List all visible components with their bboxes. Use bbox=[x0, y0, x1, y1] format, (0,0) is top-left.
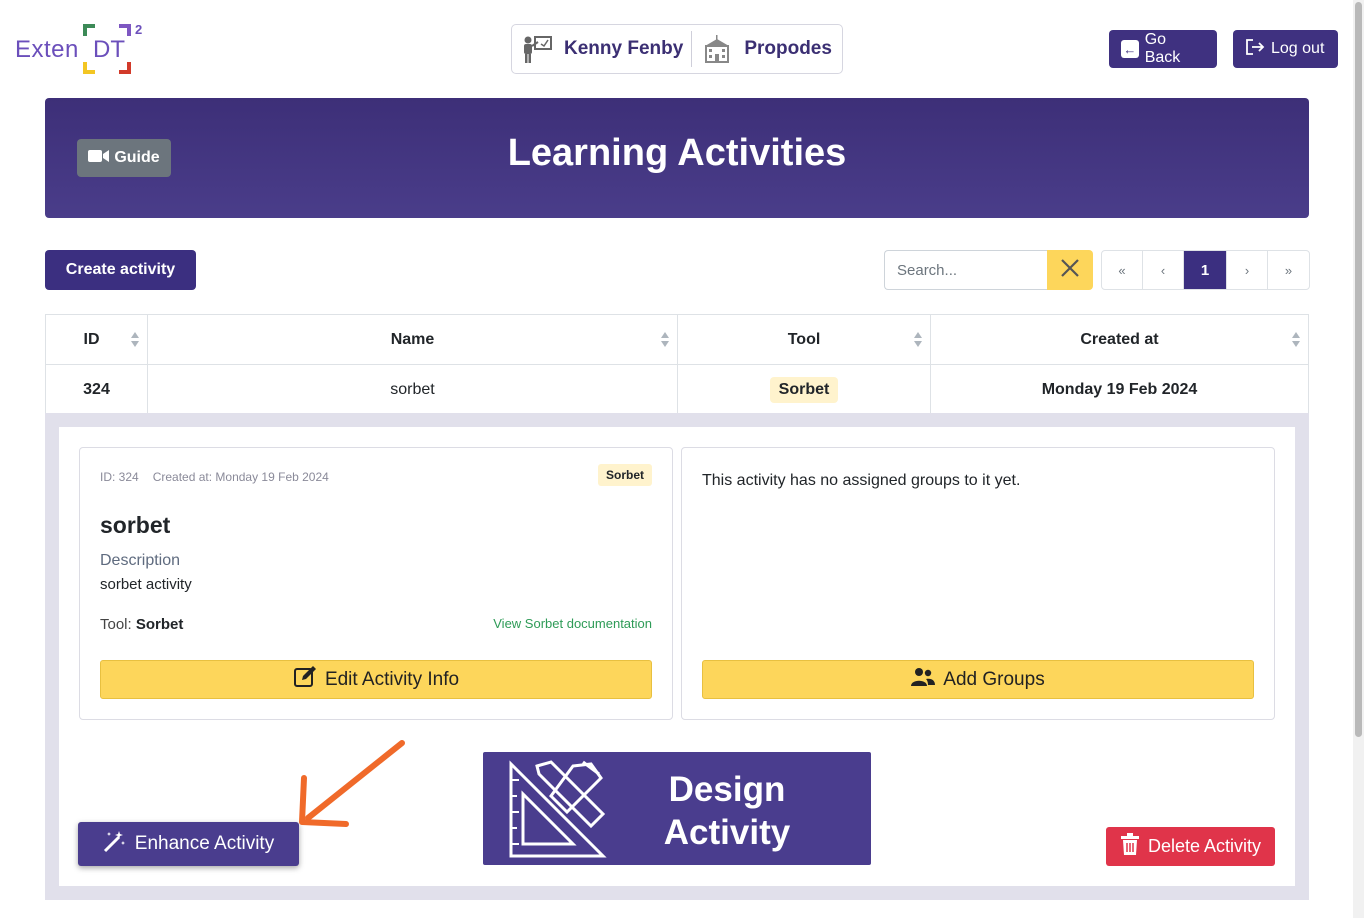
activity-name: sorbet bbox=[100, 512, 171, 538]
sort-icon bbox=[914, 332, 922, 348]
cell-name: sorbet bbox=[147, 365, 677, 414]
users-icon bbox=[911, 667, 936, 693]
activity-detail-panel: ID: 324 Created at: Monday 19 Feb 2024 So… bbox=[45, 413, 1309, 900]
teacher-icon bbox=[520, 34, 554, 64]
create-activity-button[interactable]: Create activity bbox=[45, 250, 196, 290]
no-groups-message: This activity has no assigned groups to … bbox=[702, 472, 1021, 489]
extendt-logo: Exten DT 2 bbox=[15, 22, 145, 76]
trash-icon bbox=[1120, 833, 1140, 860]
column-header-name[interactable]: Name bbox=[147, 315, 677, 364]
column-header-created-at[interactable]: Created at bbox=[930, 315, 1309, 364]
design-activity-button[interactable]: Design Activity bbox=[483, 752, 871, 865]
page-prev-button[interactable]: ‹ bbox=[1143, 251, 1184, 289]
school-icon bbox=[700, 34, 734, 64]
page-first-button[interactable]: « bbox=[1102, 251, 1143, 289]
pagination: « ‹ 1 › » bbox=[1101, 250, 1310, 290]
table-row[interactable]: 324 sorbet Sorbet Monday 19 Feb 2024 bbox=[45, 365, 1309, 415]
go-back-button[interactable]: ← Go Back bbox=[1109, 30, 1217, 68]
edit-activity-button[interactable]: Edit Activity Info bbox=[100, 660, 652, 699]
sort-icon bbox=[131, 332, 139, 348]
page-next-button[interactable]: › bbox=[1227, 251, 1268, 289]
clear-search-button[interactable] bbox=[1047, 250, 1093, 290]
logout-icon bbox=[1245, 38, 1265, 61]
enhance-activity-button[interactable]: Enhance Activity bbox=[78, 822, 299, 866]
user-name: Kenny Fenby bbox=[564, 38, 684, 59]
logo-text: Exten bbox=[15, 36, 79, 63]
activity-meta: ID: 324 Created at: Monday 19 Feb 2024 bbox=[100, 470, 329, 484]
activities-table: ID Name Tool Created at 324 sorbet Sorbe… bbox=[45, 314, 1309, 415]
tool-badge: Sorbet bbox=[597, 464, 652, 486]
sort-icon bbox=[661, 332, 669, 348]
annotation-arrow-icon bbox=[299, 740, 405, 827]
groups-card: This activity has no assigned groups to … bbox=[681, 447, 1275, 720]
tool-line: Tool: Sorbet bbox=[100, 616, 184, 633]
log-out-button[interactable]: Log out bbox=[1233, 30, 1338, 68]
design-tools-icon bbox=[509, 760, 607, 858]
table-header-row: ID Name Tool Created at bbox=[45, 315, 1309, 365]
page-banner: Guide Learning Activities bbox=[45, 98, 1309, 218]
magic-wand-icon bbox=[103, 829, 127, 859]
close-icon bbox=[1060, 258, 1080, 283]
logo-mark: DT bbox=[93, 36, 125, 63]
cell-id: 324 bbox=[45, 365, 147, 414]
user-school-box: Kenny Fenby Propodes bbox=[511, 24, 843, 74]
arrow-left-icon: ← bbox=[1121, 40, 1139, 58]
delete-activity-button[interactable]: Delete Activity bbox=[1106, 827, 1275, 866]
column-header-id[interactable]: ID bbox=[45, 315, 147, 364]
activity-info-card: ID: 324 Created at: Monday 19 Feb 2024 So… bbox=[79, 447, 673, 720]
page-scrollbar[interactable] bbox=[1353, 0, 1364, 918]
documentation-link[interactable]: View Sorbet documentation bbox=[493, 616, 652, 631]
description-text: sorbet activity bbox=[100, 576, 192, 593]
tool-badge: Sorbet bbox=[769, 376, 839, 403]
search-input[interactable]: Search... bbox=[884, 250, 1048, 290]
cell-tool: Sorbet bbox=[677, 365, 930, 414]
column-header-tool[interactable]: Tool bbox=[677, 315, 930, 364]
page-last-button[interactable]: » bbox=[1268, 251, 1309, 289]
school-name: Propodes bbox=[744, 38, 832, 59]
cell-created-at: Monday 19 Feb 2024 bbox=[930, 365, 1309, 414]
add-groups-button[interactable]: Add Groups bbox=[702, 660, 1254, 699]
description-label: Description bbox=[100, 552, 181, 569]
page-title: Learning Activities bbox=[507, 132, 847, 174]
page-current-button[interactable]: 1 bbox=[1184, 251, 1227, 289]
sort-icon bbox=[1292, 332, 1300, 348]
logo-superscript: 2 bbox=[135, 22, 143, 37]
edit-icon bbox=[293, 665, 317, 695]
